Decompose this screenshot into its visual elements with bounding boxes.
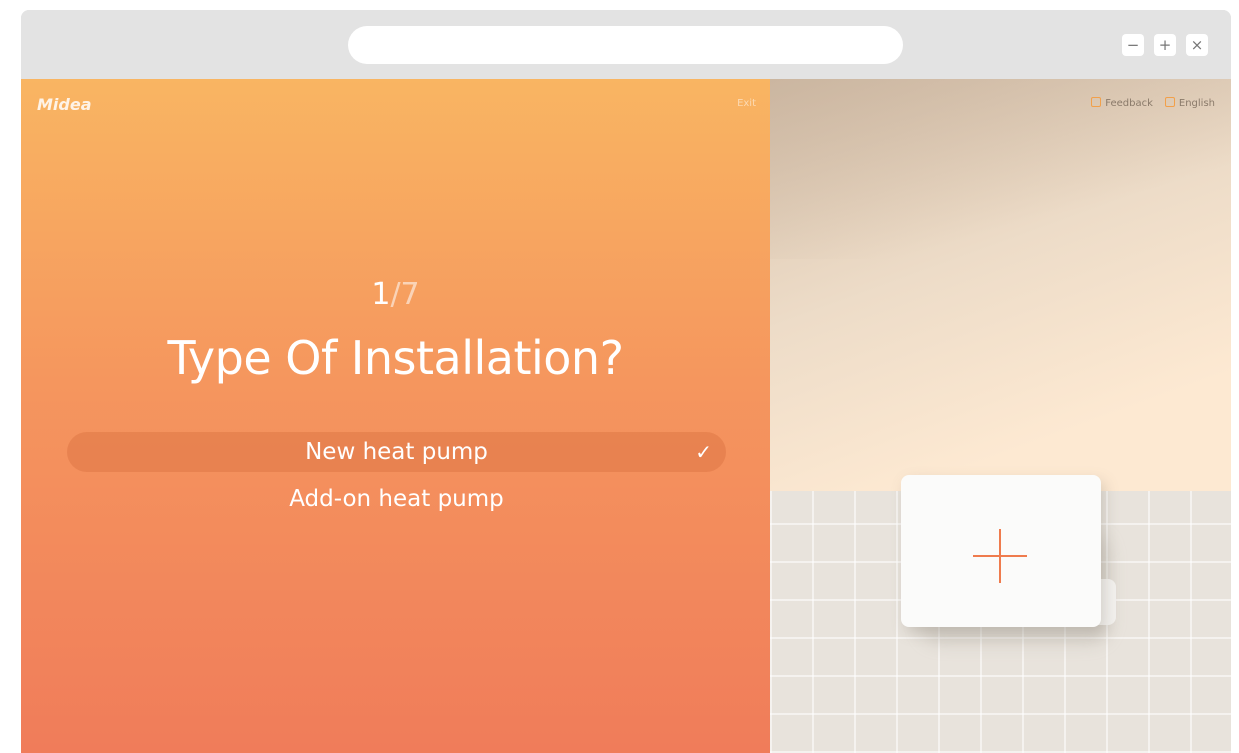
- address-bar[interactable]: [348, 26, 903, 64]
- option-new-heat-pump[interactable]: New heat pump ✓: [67, 432, 726, 472]
- option-add-on-heat-pump[interactable]: Add-on heat pump: [67, 479, 726, 519]
- preview-panel: Feedback English: [770, 79, 1231, 753]
- midea-logo: Midea: [37, 95, 92, 114]
- feedback-link[interactable]: Feedback: [1091, 97, 1153, 109]
- exit-link[interactable]: Exit: [737, 98, 756, 109]
- browser-window: − + × Midea Exit 1/7 Type Of Installatio…: [21, 10, 1231, 753]
- option-label: New heat pump: [305, 439, 488, 465]
- step-current: 1: [371, 277, 391, 312]
- top-nav: Feedback English: [1091, 97, 1215, 109]
- language-icon: [1164, 97, 1175, 107]
- check-icon: ✓: [695, 440, 712, 464]
- step-indicator: 1/7: [21, 277, 770, 312]
- minimize-button[interactable]: −: [1122, 34, 1144, 56]
- title-bar: − + ×: [21, 10, 1231, 79]
- maximize-button[interactable]: +: [1154, 34, 1176, 56]
- option-label: Add-on heat pump: [289, 486, 504, 512]
- app-content: Midea Exit 1/7 Type Of Installation? New…: [21, 79, 1231, 753]
- language-selector[interactable]: English: [1164, 97, 1215, 109]
- feedback-icon: [1091, 97, 1102, 107]
- question-panel: Midea Exit 1/7 Type Of Installation? New…: [21, 79, 770, 753]
- step-total: /7: [390, 277, 420, 312]
- close-button[interactable]: ×: [1186, 34, 1208, 56]
- plus-icon[interactable]: [973, 529, 1027, 583]
- question-title: Type Of Installation?: [167, 331, 625, 385]
